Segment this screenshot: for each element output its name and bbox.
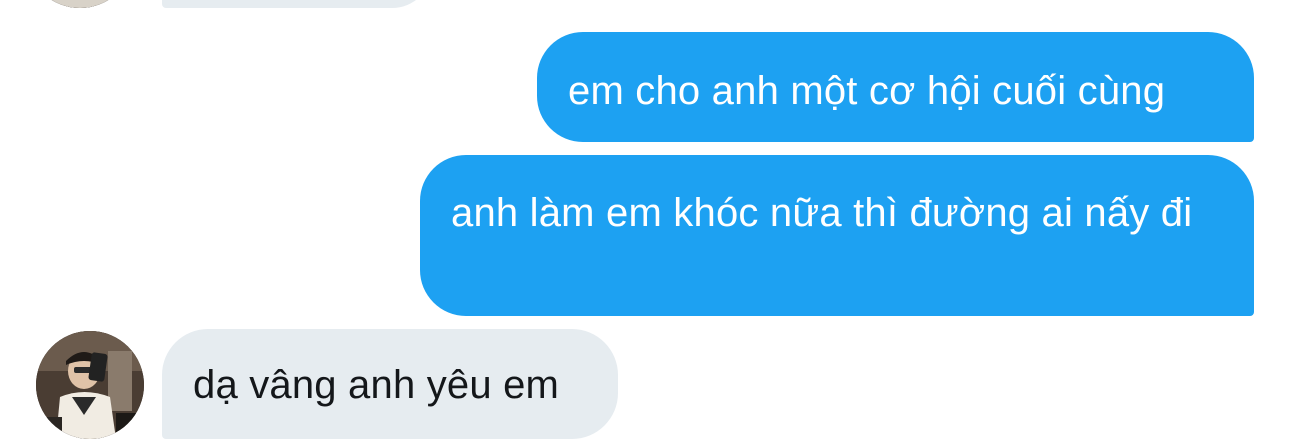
message-bubble-outgoing[interactable]: em cho anh một cơ hội cuối cùng: [537, 32, 1254, 142]
message-bubble-outgoing[interactable]: anh làm em khóc nữa thì đường ai nấy đi: [420, 155, 1254, 316]
message-text: em cho anh một cơ hội cuối cùng: [568, 69, 1166, 113]
sender-avatar[interactable]: [26, 0, 134, 8]
message-thread: em cho anh một cơ hội cuối cùng anh làm …: [0, 0, 1290, 448]
avatar-photo-icon: [26, 0, 134, 8]
message-text: dạ vâng anh yêu em: [193, 363, 560, 407]
avatar-photo-icon: [36, 331, 144, 439]
sender-avatar[interactable]: [36, 331, 144, 439]
message-bubble-incoming[interactable]: [162, 0, 432, 8]
message-bubble-incoming[interactable]: dạ vâng anh yêu em: [162, 329, 618, 439]
message-text: anh làm em khóc nữa thì đường ai nấy đi: [451, 191, 1193, 235]
